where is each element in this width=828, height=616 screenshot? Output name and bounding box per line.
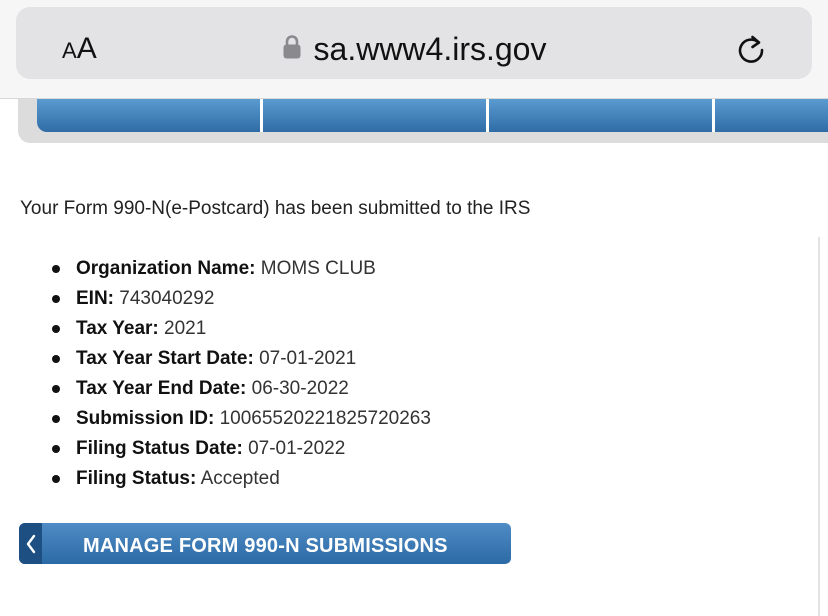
detail-organization-name: Organization Name: MOMS CLUB — [50, 256, 431, 286]
detail-tax-year: Tax Year: 2021 — [50, 316, 431, 346]
lock-icon — [282, 29, 302, 69]
detail-tax-year-start-date: Tax Year Start Date: 07-01-2021 — [50, 346, 431, 376]
bullet — [52, 475, 60, 483]
bullet — [52, 415, 60, 423]
detail-value: 07-01-2022 — [248, 438, 346, 459]
site-navigation-bar — [37, 99, 828, 132]
nav-tab-3[interactable] — [489, 99, 715, 132]
manage-button-label: MANAGE FORM 990-N SUBMISSIONS — [83, 535, 448, 557]
detail-label: Tax Year: — [76, 318, 159, 339]
nav-tab-4[interactable] — [715, 99, 828, 132]
detail-tax-year-end-date: Tax Year End Date: 06-30-2022 — [50, 376, 431, 406]
bullet — [52, 355, 60, 363]
browser-toolbar: AA sa.www4.irs.gov — [0, 0, 828, 98]
bullet — [52, 385, 60, 393]
detail-label: Submission ID: — [76, 408, 215, 429]
manage-form-990n-submissions-button[interactable]: MANAGE FORM 990-N SUBMISSIONS — [19, 523, 511, 564]
submission-details-list: Organization Name: MOMS CLUB EIN: 743040… — [50, 256, 431, 496]
detail-label: Organization Name: — [76, 258, 256, 279]
url-field[interactable]: sa.www4.irs.gov — [16, 29, 812, 69]
nav-tab-1[interactable] — [37, 99, 263, 132]
address-bar[interactable]: AA sa.www4.irs.gov — [16, 7, 812, 79]
detail-label: Filing Status Date: — [76, 438, 243, 459]
detail-value: 10065520221825720263 — [219, 408, 431, 429]
bullet — [52, 445, 60, 453]
bullet — [52, 325, 60, 333]
detail-value: 2021 — [164, 318, 207, 339]
detail-filing-status-date: Filing Status Date: 07-01-2022 — [50, 436, 431, 466]
detail-submission-id: Submission ID: 10065520221825720263 — [50, 406, 431, 436]
detail-label: EIN: — [76, 288, 114, 309]
detail-ein: EIN: 743040292 — [50, 286, 431, 316]
nav-tab-2[interactable] — [263, 99, 489, 132]
reload-icon[interactable] — [734, 33, 768, 72]
url-text: sa.www4.irs.gov — [313, 31, 547, 67]
back-chevron-block — [19, 523, 42, 564]
scrollbar-track[interactable] — [818, 237, 820, 616]
detail-filing-status: Filing Status: Accepted — [50, 466, 431, 496]
submission-confirmation-message: Your Form 990-N(e-Postcard) has been sub… — [20, 198, 531, 219]
detail-value: 06-30-2022 — [251, 378, 349, 399]
detail-value: Accepted — [200, 468, 280, 489]
detail-value: 743040292 — [119, 288, 215, 309]
detail-value: 07-01-2021 — [259, 348, 357, 369]
detail-label: Filing Status: — [76, 468, 197, 489]
chevron-left-icon — [24, 533, 38, 560]
detail-label: Tax Year Start Date: — [76, 348, 254, 369]
detail-value: MOMS CLUB — [260, 258, 376, 279]
bullet — [52, 265, 60, 273]
detail-label: Tax Year End Date: — [76, 378, 247, 399]
bullet — [52, 295, 60, 303]
